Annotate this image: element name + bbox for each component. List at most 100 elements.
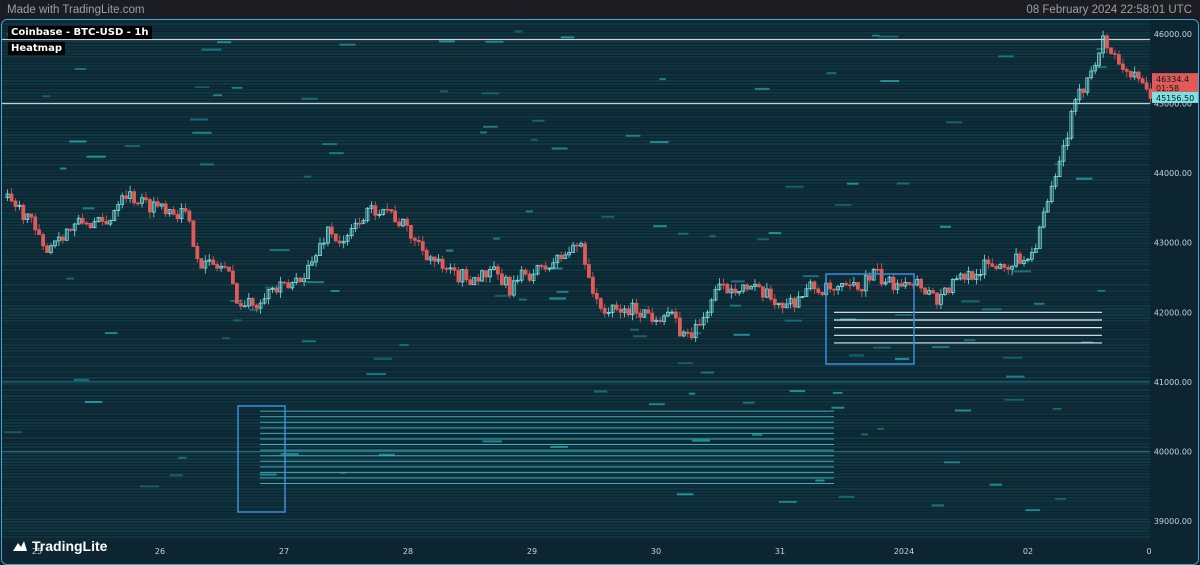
heat-dash [399, 344, 409, 347]
heat-dash [625, 134, 641, 137]
heat-dash [677, 362, 693, 365]
candle-body [230, 270, 235, 284]
candle-body [21, 204, 26, 221]
heat-band [2, 86, 1150, 88]
heat-dash [194, 86, 210, 89]
heat-dash [931, 346, 950, 349]
heat-band [2, 260, 1150, 262]
heat-dash [482, 440, 502, 443]
heat-band [2, 167, 1150, 169]
candle-body [29, 213, 34, 218]
heat-dash [943, 461, 960, 464]
candle-body [397, 221, 402, 227]
candle-body [456, 269, 461, 283]
candle-body [697, 323, 702, 326]
heat-band [2, 317, 1150, 319]
heat-band [2, 359, 1150, 361]
candle-body [393, 210, 398, 223]
candle-body [844, 282, 848, 286]
heat-dash [831, 406, 845, 409]
candle-body [215, 264, 220, 269]
heat-dash [440, 90, 449, 93]
heat-dash [531, 138, 538, 141]
heat-band [2, 440, 1150, 442]
heat-band [2, 338, 1150, 340]
heat-band [2, 434, 1150, 436]
candle-body [143, 197, 148, 201]
heat-dash [931, 504, 944, 507]
x-tick-label: 02 [1023, 547, 1033, 556]
candle-body [124, 195, 129, 199]
heat-dash [75, 68, 86, 70]
heat-dash [192, 131, 212, 134]
candle-body [389, 208, 394, 212]
heat-band [2, 125, 1150, 127]
heatmap-chart[interactable]: 46000.0045000.0044000.0043000.0042000.00… [2, 20, 1198, 564]
heat-band [2, 44, 1150, 46]
heat-band [2, 227, 1150, 229]
heat-dash [946, 121, 963, 124]
candle-body [1124, 69, 1129, 72]
candle-body [440, 258, 445, 269]
heat-dash [826, 72, 837, 75]
heat-band [2, 80, 1150, 82]
candle-body [104, 220, 109, 225]
heat-band [2, 128, 1150, 130]
candle-body [45, 245, 49, 253]
heat-band [2, 329, 1150, 331]
heat-dash [306, 281, 324, 284]
heat-dash [74, 378, 90, 381]
heat-band [2, 293, 1150, 295]
heat-dash [82, 207, 95, 210]
candle-body [405, 218, 409, 226]
heat-band [2, 92, 1150, 94]
heat-dash [785, 185, 804, 188]
candle-body [1121, 63, 1125, 70]
heat-band [2, 74, 1150, 76]
layer-label: Heatmap [8, 42, 66, 55]
heat-dash [700, 371, 715, 374]
heat-band [2, 419, 1150, 421]
heat-band [2, 524, 1150, 526]
heat-dash [650, 141, 669, 144]
heat-dash [532, 119, 545, 122]
heat-dash [213, 94, 222, 97]
candle-body [132, 191, 137, 204]
heat-dash [940, 225, 951, 228]
candle-body [199, 258, 204, 269]
heat-band [2, 296, 1150, 298]
heat-dash [860, 433, 869, 436]
candle-body [234, 283, 239, 304]
candle-body [41, 234, 45, 247]
candle-body [761, 286, 765, 298]
chart-frame[interactable]: 46000.00 45000.00 44000.00 43000.00 42000.00… [1, 19, 1199, 565]
heat-dash [1006, 375, 1025, 378]
heat-dash [200, 163, 214, 166]
heat-band [2, 383, 1150, 385]
heat-band [2, 398, 1150, 400]
candle-body [634, 302, 639, 314]
candle-body [614, 304, 619, 310]
heat-band [2, 230, 1150, 232]
heat-band [2, 518, 1150, 520]
heat-band [2, 239, 1150, 241]
candle-body [867, 275, 872, 281]
candle-body [211, 259, 216, 265]
candle-body [476, 277, 481, 282]
candle-body [879, 268, 884, 285]
heat-dash [709, 235, 716, 238]
heat-dash [849, 354, 864, 357]
candle-body [583, 243, 587, 265]
price-tag-label: 45156.50 [1156, 94, 1194, 103]
heat-band [2, 533, 1150, 535]
heat-band [2, 323, 1150, 325]
candle-body [646, 309, 651, 314]
heat-band [2, 401, 1150, 403]
heat-band [2, 188, 1150, 190]
y-tick-label: 46000.00 [1154, 30, 1192, 39]
candle-body [848, 284, 852, 287]
heat-band [2, 26, 1150, 28]
candle-body [907, 281, 912, 285]
heat-band [2, 104, 1150, 106]
heat-band [2, 386, 1150, 388]
